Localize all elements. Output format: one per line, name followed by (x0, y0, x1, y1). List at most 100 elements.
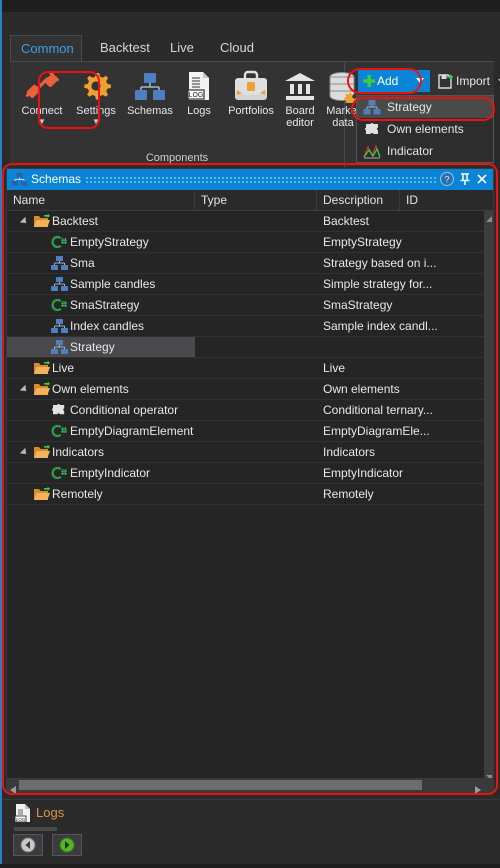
column-header-id[interactable]: ID (400, 190, 488, 211)
portfolios-label: Portfolios (228, 105, 274, 117)
schema-tree-icon (363, 99, 381, 115)
row-name-label: Sma (70, 256, 95, 270)
menu-item-strategy-label: Strategy (387, 100, 432, 114)
column-header-name[interactable]: Name (7, 190, 195, 211)
table-row[interactable]: EmptyStrategy EmptyStrategy (7, 232, 484, 253)
csharp-icon (51, 423, 68, 439)
table-row[interactable]: Conditional operator Conditional ternary.… (7, 400, 484, 421)
horizontal-scrollbar[interactable] (7, 778, 484, 794)
folder-icon (33, 486, 50, 502)
logs-dock-header[interactable]: LOG Logs (2, 800, 498, 826)
settings-button[interactable]: Settings ▼ (68, 66, 124, 140)
close-icon[interactable] (474, 171, 490, 187)
table-row[interactable]: Backtest Backtest (7, 211, 484, 232)
table-row[interactable]: Remotely Remotely (7, 484, 484, 505)
folder-icon (33, 444, 50, 460)
tab-common[interactable]: Common (10, 35, 82, 61)
row-name-cell[interactable]: EmptyIndicator (7, 463, 195, 483)
schemas-tree[interactable]: Backtest Backtest EmptyStrategy EmptyStrate… (7, 211, 484, 778)
row-name-cell[interactable]: Live (7, 358, 195, 378)
row-type-cell (195, 211, 317, 231)
settings-caret[interactable]: ▼ (68, 117, 124, 126)
menu-item-strategy[interactable]: Strategy (357, 96, 493, 118)
logs-button[interactable]: LOG Logs (178, 66, 220, 140)
row-type-cell (195, 274, 317, 294)
table-row[interactable]: Index candles Sample index candl... (7, 316, 484, 337)
forward-button[interactable] (52, 834, 82, 856)
bank-icon (278, 69, 322, 103)
row-description-cell: Backtest (323, 214, 370, 228)
row-name-cell[interactable]: Backtest (7, 211, 195, 231)
row-name-cell[interactable]: SmaStrategy (7, 295, 195, 315)
column-header-description[interactable]: Description (317, 190, 400, 211)
column-header-type[interactable]: Type (195, 190, 317, 211)
table-row[interactable]: Own elements Own elements (7, 379, 484, 400)
table-row[interactable]: Sample candles Simple strategy for... (7, 274, 484, 295)
schemas-panel: Schemas ? Name Type Description ID Backt… (6, 168, 494, 794)
panel-drag-handle[interactable] (85, 176, 437, 184)
connect-button[interactable]: Connect ▼ (14, 66, 70, 140)
svg-text:LOG: LOG (189, 92, 204, 99)
row-type-cell (195, 253, 317, 273)
table-row[interactable]: Live Live (7, 358, 484, 379)
row-description-cell: Own elements (323, 382, 400, 396)
expander-triangle-icon[interactable] (21, 217, 30, 226)
row-name-cell[interactable]: EmptyStrategy (7, 232, 195, 252)
row-name-cell[interactable]: Conditional operator (7, 400, 195, 420)
table-row[interactable]: Indicators Indicators (7, 442, 484, 463)
scroll-left-arrow-icon[interactable] (9, 781, 18, 794)
table-row[interactable]: Strategy (7, 337, 484, 358)
vertical-scrollbar[interactable] (484, 211, 493, 781)
table-row[interactable]: Sma Strategy based on i... (7, 253, 484, 274)
horizontal-scroll-thumb[interactable] (19, 780, 422, 790)
table-row[interactable]: EmptyIndicator EmptyIndicator (7, 463, 484, 484)
row-description-cell: SmaStrategy (323, 298, 393, 312)
board-editor-button[interactable]: Board editor (278, 66, 322, 140)
panel-title-bar: Schemas ? (7, 169, 493, 190)
row-description-cell: Strategy based on i... (323, 256, 437, 270)
row-description-cell: Live (323, 361, 346, 375)
schema-tree-icon (51, 339, 68, 355)
row-name-cell[interactable]: Own elements (7, 379, 195, 399)
tab-cloud[interactable]: Cloud (210, 35, 264, 61)
row-name-cell[interactable]: Indicators (7, 442, 195, 462)
row-name-cell[interactable]: Sample candles (7, 274, 195, 294)
menu-item-indicator[interactable]: Indicator (357, 140, 493, 162)
row-description-cell: Simple strategy for... (323, 277, 433, 291)
back-button[interactable] (13, 834, 43, 856)
svg-text:?: ? (444, 175, 449, 185)
csharp-icon (51, 297, 68, 313)
table-row[interactable]: EmptyDiagramElement EmptyDiagramEle... (7, 421, 484, 442)
row-name-cell[interactable]: Sma (7, 253, 195, 273)
tab-backtest[interactable]: Backtest (90, 35, 160, 61)
expander-triangle-icon[interactable] (21, 385, 30, 394)
chevron-down-icon[interactable] (416, 78, 424, 83)
table-row[interactable]: SmaStrategy SmaStrategy (7, 295, 484, 316)
row-name-cell[interactable]: Remotely (7, 484, 195, 504)
board-editor-label-line1: Board (285, 105, 315, 117)
tab-live[interactable]: Live (160, 35, 204, 61)
scroll-down-arrow-icon[interactable] (484, 769, 493, 781)
row-type-cell (195, 316, 317, 336)
help-icon[interactable]: ? (439, 171, 455, 187)
expander-triangle-icon[interactable] (21, 448, 30, 457)
row-name-label: Conditional operator (70, 403, 179, 417)
row-type-cell (195, 232, 317, 252)
menu-item-own-elements[interactable]: Own elements (357, 118, 493, 140)
add-button[interactable]: Add (358, 70, 430, 92)
row-name-cell[interactable]: Strategy (7, 337, 195, 357)
import-button[interactable]: Import (438, 70, 500, 92)
row-description-cell: EmptyStrategy (323, 235, 402, 249)
scroll-up-arrow-icon[interactable] (484, 211, 493, 222)
schemas-button[interactable]: Schemas (122, 66, 178, 140)
portfolios-button[interactable]: Portfolios (220, 66, 282, 140)
scroll-right-arrow-icon[interactable] (473, 781, 482, 794)
connect-caret[interactable]: ▼ (14, 117, 70, 126)
scrollbar-corner (484, 778, 493, 792)
row-description-cell: Conditional ternary... (323, 403, 433, 417)
row-name-cell[interactable]: Index candles (7, 316, 195, 336)
row-name-cell[interactable]: EmptyDiagramElement (7, 421, 195, 441)
import-icon (438, 74, 454, 96)
pin-icon[interactable] (457, 171, 473, 187)
add-button-label: Add (377, 74, 399, 88)
